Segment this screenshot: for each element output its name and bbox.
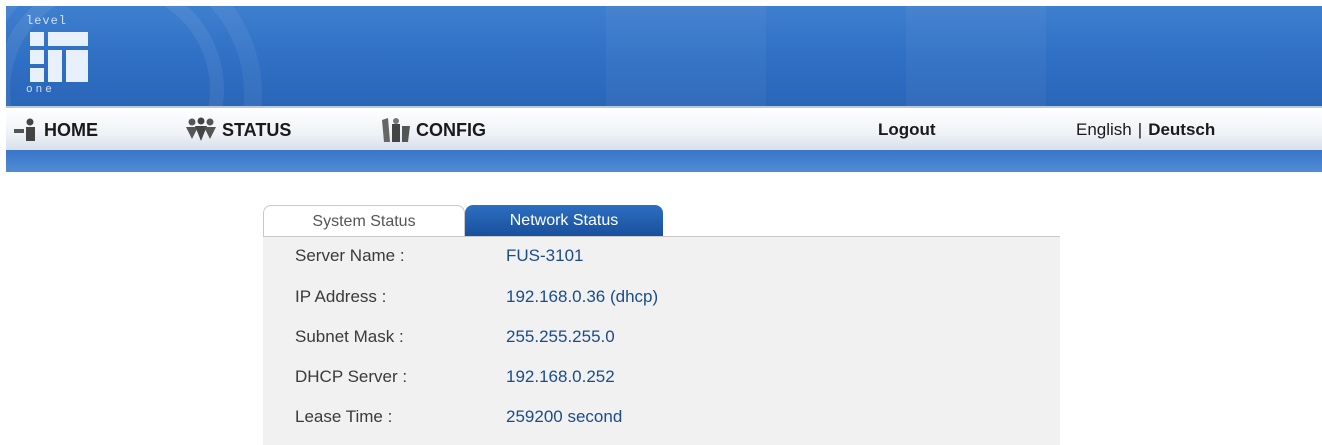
levelone-logo: level one <box>26 14 96 100</box>
subnet-mask-label: Subnet Mask : <box>295 327 404 346</box>
server-name-value: FUS-3101 <box>506 246 584 265</box>
logo-top-text: level <box>26 14 68 28</box>
ip-address-value: 192.168.0.36 (dhcp) <box>506 287 659 306</box>
info-row-dhcp-server: DHCP Server : 192.168.0.252 <box>263 358 1060 396</box>
home-icon <box>14 118 35 141</box>
info-row-ip-address: IP Address : 192.168.0.36 (dhcp) <box>263 278 1060 316</box>
language-switch: English | Deutsch <box>1076 108 1215 152</box>
banner-tile <box>906 6 1046 106</box>
header-banner: level one <box>6 6 1322 106</box>
subnet-mask-value: 255.255.255.0 <box>506 327 615 346</box>
lang-separator: | <box>1137 120 1143 139</box>
info-row-subnet-mask: Subnet Mask : 255.255.255.0 <box>263 318 1060 356</box>
info-row-lease-time: Lease Time : 259200 second <box>263 398 1060 436</box>
banner-tile <box>606 6 766 106</box>
tab-system-status[interactable]: System Status <box>263 205 465 238</box>
logout-link[interactable]: Logout <box>878 108 936 152</box>
nav-status[interactable]: STATUS <box>184 108 291 152</box>
server-name-label: Server Name : <box>295 246 405 265</box>
lease-time-value: 259200 second <box>506 407 623 426</box>
nav-home[interactable]: HOME <box>14 108 98 152</box>
ip-address-label: IP Address : <box>295 287 387 306</box>
config-icon <box>382 118 410 142</box>
nav-config-label: CONFIG <box>416 119 486 140</box>
dhcp-server-value: 192.168.0.252 <box>506 367 615 386</box>
status-tabbar: System Status Network Status <box>263 205 1060 238</box>
main-navbar: HOME STATUS CONFIG Logout English | Deut… <box>6 106 1322 152</box>
nav-status-label: STATUS <box>222 119 292 140</box>
lang-deutsch-link[interactable]: Deutsch <box>1148 120 1215 140</box>
dhcp-server-label: DHCP Server : <box>295 367 408 386</box>
lease-time-label: Lease Time : <box>295 407 393 426</box>
status-people-icon <box>186 117 216 141</box>
info-row-server-name: Server Name : FUS-3101 <box>263 237 1060 275</box>
nav-config[interactable]: CONFIG <box>378 108 486 152</box>
tab-network-status[interactable]: Network Status <box>465 205 663 237</box>
lang-english-link[interactable]: English <box>1076 120 1132 140</box>
network-status-panel: Server Name : FUS-3101 IP Address : 192.… <box>263 237 1060 445</box>
logo-bottom-text: one <box>26 84 55 96</box>
nav-home-label: HOME <box>44 119 98 140</box>
navbar-bottom-strip <box>6 150 1322 172</box>
logo-mark-icon <box>30 32 88 82</box>
